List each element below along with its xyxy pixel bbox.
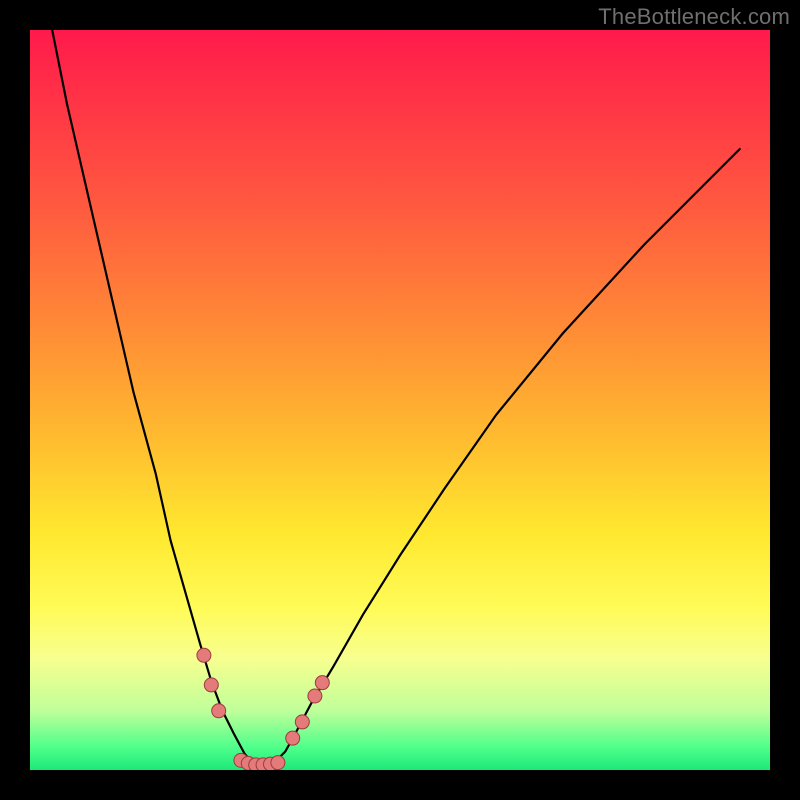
bottleneck-curve-svg — [30, 30, 770, 770]
curve-marker — [315, 676, 329, 690]
curve-marker — [286, 731, 300, 745]
curve-marker — [295, 715, 309, 729]
curve-marker — [271, 756, 285, 770]
plot-area — [30, 30, 770, 770]
curve-marker — [212, 704, 226, 718]
curve-marker — [308, 689, 322, 703]
curve-marker — [197, 648, 211, 662]
bottleneck-curve — [52, 30, 740, 766]
curve-markers — [197, 648, 329, 770]
chart-frame: TheBottleneck.com — [0, 0, 800, 800]
curve-marker — [204, 678, 218, 692]
watermark-text: TheBottleneck.com — [598, 4, 790, 30]
